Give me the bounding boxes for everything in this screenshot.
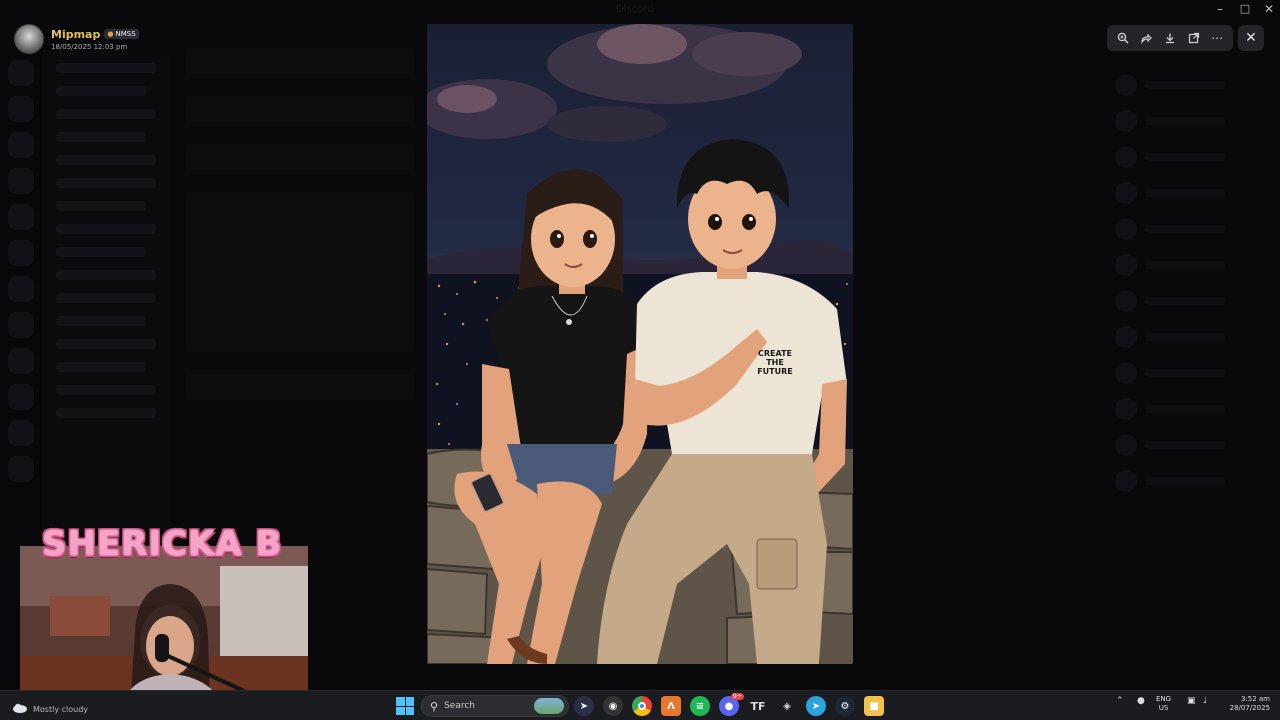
- image-poster-info: Mipmap ● NMSS 18/05/2025 12:03 pm: [14, 24, 139, 54]
- member-list: [1105, 60, 1280, 680]
- game-app-icon[interactable]: ◈: [777, 696, 797, 716]
- file-explorer-icon[interactable]: ■: [864, 696, 884, 716]
- close-icon[interactable]: ✕: [1238, 25, 1264, 51]
- volume-icon[interactable]: ♩: [1203, 696, 1207, 706]
- window-close-button[interactable]: ✕: [1257, 2, 1280, 16]
- zoom-in-icon[interactable]: [1113, 28, 1133, 48]
- cloud-moon-icon: [12, 699, 28, 713]
- more-icon[interactable]: ⋯: [1207, 28, 1227, 48]
- shirt-text-line2: THE: [766, 358, 784, 367]
- start-button[interactable]: [396, 697, 414, 715]
- forward-icon[interactable]: [1136, 28, 1156, 48]
- search-input[interactable]: Search: [444, 701, 475, 711]
- download-icon[interactable]: [1160, 28, 1180, 48]
- clock[interactable]: 3:52 am 28/07/2025: [1226, 695, 1270, 713]
- network-icon[interactable]: ▣: [1187, 696, 1196, 706]
- minimize-button[interactable]: –: [1208, 2, 1232, 16]
- language-code: ENG: [1156, 695, 1172, 703]
- weather-widget[interactable]: Mostly cloudy: [12, 697, 88, 714]
- chrome-icon[interactable]: [632, 696, 652, 716]
- taskbar: Mostly cloudy ⚲ Search ➤ ◉ Λ ≡ ● 9+ TF ◈…: [0, 690, 1280, 720]
- webcam-overlay: [20, 546, 308, 708]
- steam-icon[interactable]: ⚙: [835, 696, 855, 716]
- clock-date: 28/07/2025: [1229, 704, 1270, 712]
- discord-badge: 9+: [731, 693, 744, 700]
- tf-app-icon[interactable]: TF: [748, 696, 768, 716]
- viewed-image[interactable]: CREATE THE FUTURE: [427, 24, 853, 664]
- server-tag: ● NMSS: [104, 29, 139, 39]
- image-toolbar: ⋯: [1107, 25, 1233, 51]
- screen: Discord – □ ✕ Mipmap ● NMSS 18/05/2025 1…: [0, 0, 1280, 720]
- arrow-app-icon[interactable]: ➤: [574, 696, 594, 716]
- clock-time: 3:52 am: [1240, 695, 1270, 703]
- obs-icon[interactable]: ◉: [603, 696, 623, 716]
- microphone-icon[interactable]: ●: [1137, 696, 1145, 706]
- avatar[interactable]: [14, 24, 44, 54]
- flame-icon: ●: [107, 30, 114, 38]
- streamer-name: SHERICKA B: [42, 524, 283, 564]
- title-bar: Discord: [0, 0, 1280, 22]
- chevron-up-icon[interactable]: ⌃: [1116, 696, 1124, 706]
- search-icon: ⚲: [430, 699, 439, 713]
- shirt-text-line1: CREATE: [758, 349, 792, 358]
- spotify-icon[interactable]: ≡: [690, 696, 710, 716]
- region-code: US: [1158, 704, 1169, 712]
- language-indicator[interactable]: ENG US: [1156, 695, 1171, 713]
- lightning-app-icon[interactable]: Λ: [661, 696, 681, 716]
- window-title: Discord: [616, 4, 654, 15]
- search-highlight-image: [534, 698, 564, 714]
- shirt-text-line3: FUTURE: [757, 367, 793, 376]
- taskbar-search[interactable]: ⚲ Search: [421, 695, 569, 717]
- server-tag-label: NMSS: [115, 30, 136, 38]
- open-external-icon[interactable]: [1184, 28, 1204, 48]
- post-date: 18/05/2025 12:03 pm: [51, 42, 128, 51]
- poster-name[interactable]: Mipmap: [51, 28, 100, 41]
- maximize-button[interactable]: □: [1233, 2, 1257, 15]
- telegram-icon[interactable]: ➤: [806, 696, 826, 716]
- weather-text: Mostly cloudy: [33, 705, 88, 714]
